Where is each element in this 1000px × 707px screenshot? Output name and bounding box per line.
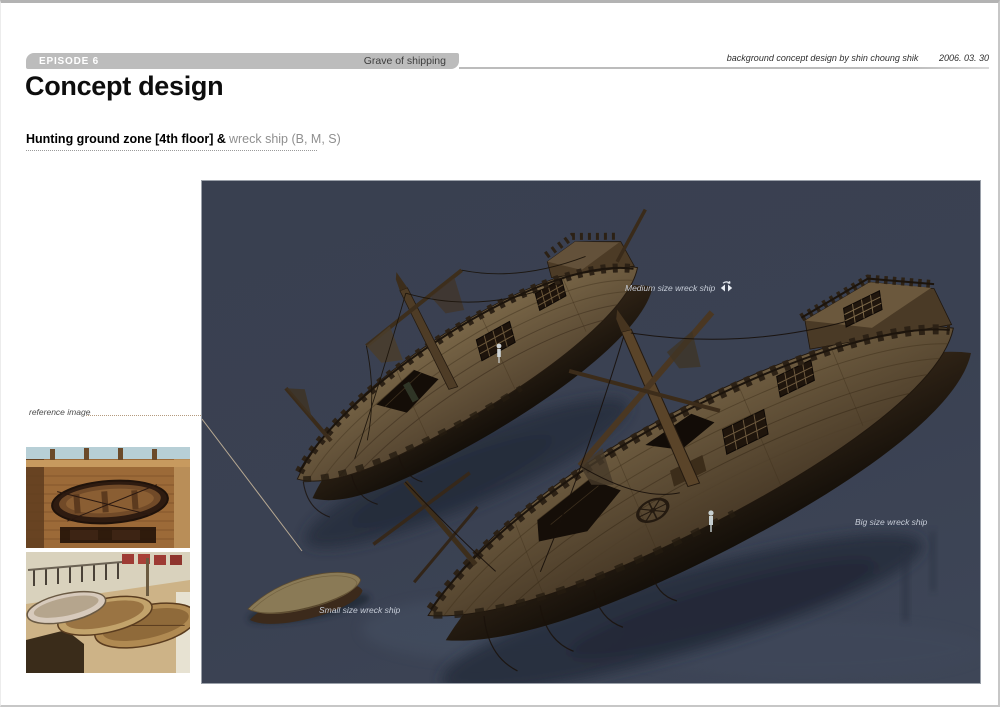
reference-image-label: reference image [29,407,90,417]
concept-art-canvas: Medium size wreck ship Big size wreck sh… [201,180,981,684]
subtitle-ships: wreck ship (B, M, S) [229,132,341,146]
small-wreck-ship [242,566,372,630]
credit-text: background concept design by shin choung… [727,53,919,63]
big-ship-label-text: Big size wreck ship [855,517,927,527]
reference-photo-2 [26,552,190,673]
nested-boats-photo [26,552,190,673]
reference-dotted-line [86,415,201,416]
subtitle: Hunting ground zone [4th floor] &wreck s… [26,132,317,151]
page-title: Concept design [25,71,223,102]
flip-horizontal-icon [719,280,734,295]
big-ship-label: Big size wreck ship [855,517,927,527]
credit-line: background concept design by shin choung… [501,53,989,63]
medium-ship-label: Medium size wreck ship [625,280,734,295]
ship-model-photo [26,447,190,548]
reference-photo-1 [26,447,190,548]
medium-ship-label-text: Medium size wreck ship [625,283,715,293]
reference-connector-line [202,419,302,551]
date-text: 2006. 03. 30 [939,53,989,63]
concept-design-sheet: EPISODE 6 Grave of shipping background c… [0,0,1000,707]
small-ship-label-text: Small size wreck ship [319,605,400,615]
header-rule [459,67,989,69]
episode-label: EPISODE 6 [39,56,99,67]
small-ship-label: Small size wreck ship [319,605,400,615]
subtitle-zone: Hunting ground zone [4th floor] & [26,132,226,146]
header-bar: EPISODE 6 Grave of shipping [26,53,459,69]
chapter-title: Grave of shipping [364,55,446,67]
